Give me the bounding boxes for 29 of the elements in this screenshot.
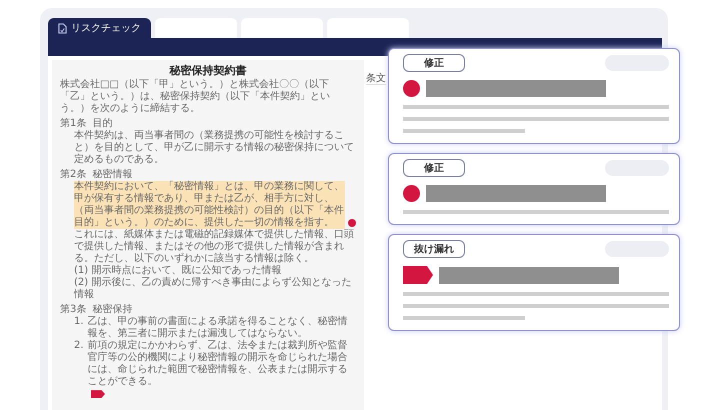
tab[interactable] <box>327 18 409 38</box>
side-label: 条文 <box>366 73 386 85</box>
result-card[interactable]: 抜け漏れ <box>388 234 680 331</box>
clause-text: 本件契約において、「秘密情報」とは、甲の業務に関して、甲が保有する情報であり、甲または乙が、相手方に対し、（両当事者間の業務提携の可能性検討）の目的（以下「本件目的」という。）のために、提供した一切の情報を指す。 <box>74 181 345 230</box>
document-icon <box>58 22 67 34</box>
tab[interactable]: リスクチェック <box>48 18 151 38</box>
article-heading: 秘密情報 <box>92 169 132 180</box>
article-heading: 目的 <box>92 118 112 130</box>
item-number: 1. <box>74 316 84 330</box>
clause-text: 本件契約は、両当事者間の（業務提携の可能性を検討すること）を目的として、甲が乙に開示する情報の秘密保持について定めるものである。 <box>74 130 355 166</box>
tab[interactable] <box>155 18 237 38</box>
result-card[interactable]: 修正 <box>388 153 680 225</box>
result-card[interactable]: 修正 <box>388 48 680 144</box>
item-number: 2. <box>74 340 84 354</box>
clause-text: これには、紙媒体または電磁的記録媒体で提供した情報、口頭で提供した情報、またはその他の形で提供した情報が含まれる。ただし、以下のいずれかに該当する情報は除く。 <box>74 229 355 264</box>
clause-text: 乙は、甲の事前の書面による承諾を得ることなく、秘密情報を、第三者に開示または漏洩してはならない。 <box>88 316 349 340</box>
category-tag: 修正 <box>403 159 465 177</box>
clause-text: (2) 開示後に、乙の責めに帰すべき事由によらず公知となった情報 <box>74 277 352 302</box>
intro-paragraph: 株式会社□□（以下「甲」という。）と株式会社〇〇（以下「乙」という。）は、秘密保持契約（以下「本件契約」という。）を次のように締結する。 <box>60 79 331 116</box>
clause-text: 前項の規定にかかわらず、乙は、法令または裁判所や監督官庁等の公的機関により秘密情報の開示を命じられた場合には、命じられた範囲で秘密情報を、公表または開示することができる。 <box>88 340 349 388</box>
document-title: 秘密保持契約書 <box>168 64 248 78</box>
clause-text: (1) 開示時点において、既に公知であった情報 <box>74 265 282 276</box>
category-tag: 修正 <box>403 54 465 72</box>
category-tag: 抜け漏れ <box>403 240 465 258</box>
tab[interactable] <box>241 18 323 38</box>
article-number: 第2条 <box>60 169 86 180</box>
article-number: 第1条 <box>60 118 86 130</box>
article-heading: 秘密保持 <box>92 304 132 316</box>
article-number: 第3条 <box>60 304 86 316</box>
